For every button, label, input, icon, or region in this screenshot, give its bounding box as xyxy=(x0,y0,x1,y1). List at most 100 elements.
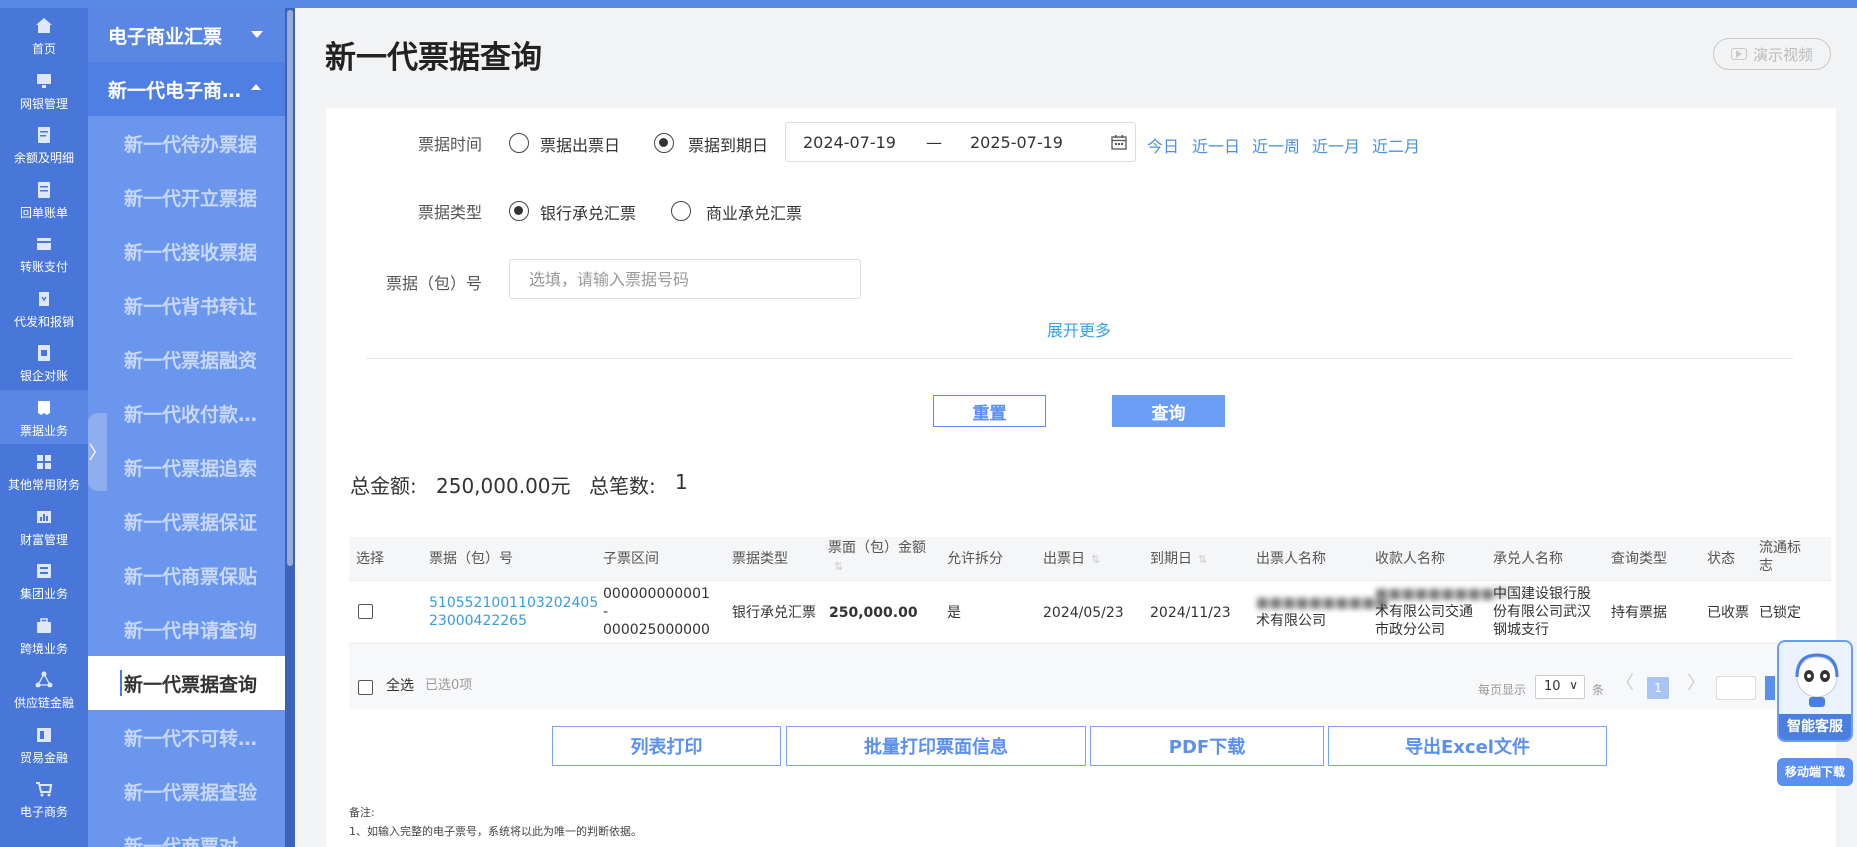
bill-number-input[interactable] xyxy=(509,259,861,299)
menu-item-application-query[interactable]: 新一代申请查询 xyxy=(88,602,285,656)
select-all-label[interactable]: 全选 xyxy=(386,677,414,695)
th-number: 票据（包）号 xyxy=(429,551,513,567)
menu-item-discount-guarantee[interactable]: 新一代商票保贴 xyxy=(88,548,285,602)
sidebar-item-payroll[interactable]: 代发和报销 xyxy=(0,281,88,336)
sidebar-item-group[interactable]: 集团业务 xyxy=(0,553,88,608)
menu-item-guarantee[interactable]: 新一代票据保证 xyxy=(88,494,285,548)
sidebar-label: 网银管理 xyxy=(19,96,68,111)
sidebar-item-ebank[interactable]: 网银管理 xyxy=(0,63,88,118)
menu-item-recourse[interactable]: 新一代票据追索 xyxy=(88,440,285,494)
pdf-download-button[interactable]: PDF下载 xyxy=(1090,726,1324,766)
next-page-icon[interactable]: 〉 xyxy=(1687,675,1705,693)
select-all-checkbox[interactable] xyxy=(358,680,373,695)
smart-service-label: 智能客服 xyxy=(1779,714,1851,740)
chevron-up-icon xyxy=(251,84,261,90)
total-count-value: 1 xyxy=(675,470,688,494)
quick-1month[interactable]: 近一月 xyxy=(1312,133,1360,157)
menu-scrollbar-thumb[interactable] xyxy=(287,10,293,566)
menu-group-ecommercial-draft[interactable]: 电子商业汇票 xyxy=(88,8,285,62)
radio-commercial-acceptance[interactable] xyxy=(671,201,691,221)
notes-title: 备注: xyxy=(349,806,375,819)
menu-item-bill-query[interactable]: 新一代票据查询 xyxy=(88,656,285,710)
radio-bank-acceptance-label[interactable]: 银行承兑汇票 xyxy=(540,200,636,224)
sidebar-item-receipt[interactable]: 回单账单 xyxy=(0,172,88,227)
menu-item-payment[interactable]: 新一代收付款… xyxy=(88,386,285,440)
radio-issue-date-label[interactable]: 票据出票日 xyxy=(540,132,620,156)
bill-icon xyxy=(38,400,50,415)
menu-item-commercial-reconcile[interactable]: 新一代商票对… xyxy=(88,818,285,847)
row-checkbox[interactable] xyxy=(358,604,373,619)
cell-number-line2: 23000422265 xyxy=(429,613,527,629)
radio-issue-date[interactable] xyxy=(509,133,529,153)
smart-service-widget[interactable]: 智能客服 xyxy=(1777,640,1853,742)
mobile-download-button[interactable]: 移动端下载 xyxy=(1777,758,1853,786)
menu-subgroup-new-gen[interactable]: 新一代电子商… xyxy=(88,62,285,116)
page-jump-input[interactable] xyxy=(1716,676,1756,700)
cell-split: 是 xyxy=(947,605,961,621)
print-list-button[interactable]: 列表打印 xyxy=(552,726,781,766)
quick-today[interactable]: 今日 xyxy=(1147,133,1179,157)
cell-drawer: ■■■■■■■■■■ 术有限公司 xyxy=(1256,594,1388,630)
icon-sidebar: 首页 网银管理 余额及明细 回单账单 转账支付 代发和报销 银企对账 票据业务 … xyxy=(0,8,88,847)
cell-acceptor-line3: 钢城支行 xyxy=(1493,622,1549,638)
quick-1week[interactable]: 近一周 xyxy=(1252,133,1300,157)
sidebar-item-home[interactable]: 首页 xyxy=(0,8,88,63)
cell-drawer-line1: ■■■■■■■■■■ xyxy=(1256,595,1389,611)
sidebar-item-other-finance[interactable]: 其他常用财务 xyxy=(0,444,88,499)
quick-1day[interactable]: 近一日 xyxy=(1192,133,1240,157)
calendar-icon[interactable] xyxy=(1111,134,1127,150)
batch-print-button[interactable]: 批量打印票面信息 xyxy=(786,726,1086,766)
radio-due-date[interactable] xyxy=(654,133,674,153)
reset-button[interactable]: 重置 xyxy=(933,395,1046,427)
cell-query-type: 持有票据 xyxy=(1611,605,1667,621)
document-icon xyxy=(38,127,50,143)
export-excel-button[interactable]: 导出Excel文件 xyxy=(1328,726,1607,766)
radio-bank-acceptance[interactable] xyxy=(509,201,529,221)
menu-item-todo[interactable]: 新一代待办票据 xyxy=(88,116,285,170)
page-jump-button[interactable] xyxy=(1765,676,1775,700)
th-acceptor: 承兑人名称 xyxy=(1493,551,1563,567)
sidebar-item-transfer[interactable]: 转账支付 xyxy=(0,226,88,281)
th-issue-date[interactable]: 出票日 ⇅ xyxy=(1043,550,1100,569)
th-due-date[interactable]: 到期日 ⇅ xyxy=(1150,550,1207,569)
sort-icon[interactable]: ⇅ xyxy=(1198,553,1207,566)
menu-item-financing[interactable]: 新一代票据融资 xyxy=(88,332,285,386)
th-range: 子票区间 xyxy=(603,551,659,567)
menu-item-endorse[interactable]: 新一代背书转让 xyxy=(88,278,285,332)
date-from[interactable]: 2024-07-19 xyxy=(803,133,896,152)
chevron-down-icon xyxy=(251,31,263,38)
sort-icon[interactable]: ⇅ xyxy=(834,560,843,573)
sort-icon[interactable]: ⇅ xyxy=(1091,553,1100,566)
briefcase-icon xyxy=(37,617,51,633)
page-1-button[interactable]: 1 xyxy=(1647,677,1669,699)
radio-due-date-label[interactable]: 票据到期日 xyxy=(688,132,768,156)
prev-page-icon[interactable]: 〈 xyxy=(1616,675,1634,693)
expand-more-link[interactable]: 展开更多 xyxy=(1047,317,1111,341)
date-to[interactable]: 2025-07-19 xyxy=(970,133,1063,152)
menu-item-receive[interactable]: 新一代接收票据 xyxy=(88,224,285,278)
selected-count: 已选0项 xyxy=(425,678,473,693)
sidebar-item-wealth[interactable]: 财富管理 xyxy=(0,499,88,554)
radio-commercial-acceptance-label[interactable]: 商业承兑汇票 xyxy=(706,200,802,224)
menu-item-bill-verify[interactable]: 新一代票据查验 xyxy=(88,764,285,818)
quick-2months[interactable]: 近二月 xyxy=(1372,133,1420,157)
sidebar-item-reconcile[interactable]: 银企对账 xyxy=(0,335,88,390)
sidebar-item-crossborder[interactable]: 跨境业务 xyxy=(0,608,88,663)
date-range-picker[interactable]: 2024-07-19 — 2025-07-19 xyxy=(785,122,1136,162)
query-button[interactable]: 查询 xyxy=(1112,395,1225,427)
menu-item-nontransferable[interactable]: 新一代不可转… xyxy=(88,710,285,764)
sidebar-item-bills[interactable]: 票据业务 xyxy=(0,389,88,444)
menu-item-issue[interactable]: 新一代开立票据 xyxy=(88,170,285,224)
sidebar-item-trade[interactable]: 贸易金融 xyxy=(0,717,88,772)
cell-acceptor-line1: 中国建设银行股 xyxy=(1493,586,1591,602)
collapse-menu-toggle[interactable]: 〉 xyxy=(88,413,107,491)
demo-video-button[interactable]: 演示视频 xyxy=(1713,38,1831,70)
sidebar-item-balance[interactable]: 余额及明细 xyxy=(0,117,88,172)
per-page-select[interactable]: 10 ∨ xyxy=(1535,675,1585,699)
cell-number[interactable]: 510552100110320240​5 23000422265 xyxy=(429,594,598,630)
sidebar-item-supplychain[interactable]: 供应链金融 xyxy=(0,662,88,717)
th-query-type: 查询类型 xyxy=(1611,551,1667,567)
sidebar-item-ecommerce[interactable]: 电子商务 xyxy=(0,771,88,826)
th-amount[interactable]: 票面（包）金额 ⇅ xyxy=(828,539,933,576)
grid-icon xyxy=(37,455,51,469)
